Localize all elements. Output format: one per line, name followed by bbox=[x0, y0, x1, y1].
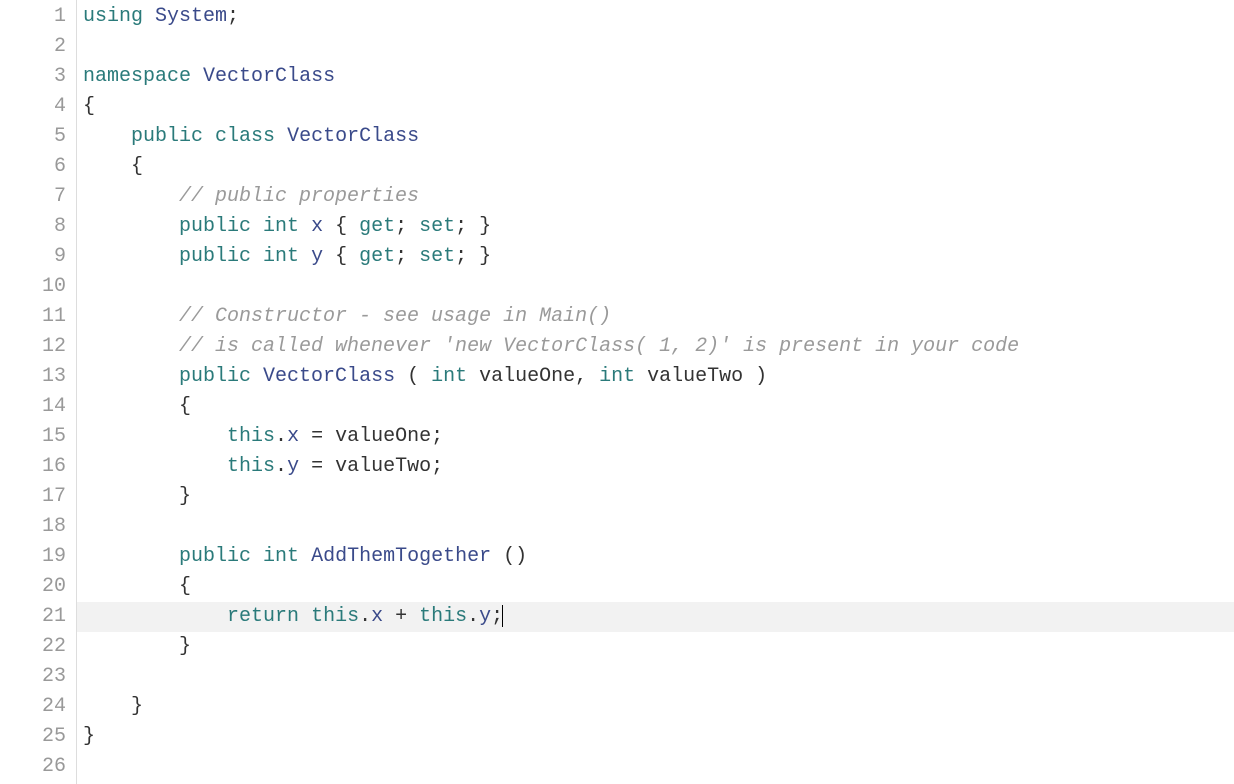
line-number: 23 bbox=[0, 662, 76, 692]
code-line[interactable]: public VectorClass ( int valueOne, int v… bbox=[83, 362, 1234, 392]
code-line[interactable]: { bbox=[83, 392, 1234, 422]
code-line[interactable]: public class VectorClass bbox=[83, 122, 1234, 152]
code-line[interactable]: namespace VectorClass bbox=[83, 62, 1234, 92]
line-number: 7 bbox=[0, 182, 76, 212]
code-line[interactable]: return this.x + this.y; bbox=[83, 602, 1234, 632]
code-editor[interactable]: 1234567891011121314151617181920212223242… bbox=[0, 0, 1234, 784]
line-number: 15 bbox=[0, 422, 76, 452]
line-number: 20 bbox=[0, 572, 76, 602]
line-number: 11 bbox=[0, 302, 76, 332]
code-line[interactable]: // Constructor - see usage in Main() bbox=[83, 302, 1234, 332]
line-number: 25 bbox=[0, 722, 76, 752]
code-line[interactable]: } bbox=[83, 482, 1234, 512]
code-line[interactable]: { bbox=[83, 92, 1234, 122]
line-number: 6 bbox=[0, 152, 76, 182]
code-line[interactable] bbox=[83, 32, 1234, 62]
code-line[interactable] bbox=[83, 512, 1234, 542]
line-number: 26 bbox=[0, 752, 76, 782]
code-line[interactable] bbox=[83, 752, 1234, 782]
code-line[interactable]: this.y = valueTwo; bbox=[83, 452, 1234, 482]
code-line[interactable]: } bbox=[83, 722, 1234, 752]
line-number: 10 bbox=[0, 272, 76, 302]
code-line[interactable] bbox=[83, 272, 1234, 302]
line-number: 5 bbox=[0, 122, 76, 152]
code-line[interactable]: { bbox=[83, 572, 1234, 602]
code-line[interactable]: public int x { get; set; } bbox=[83, 212, 1234, 242]
line-number: 21 bbox=[0, 602, 76, 632]
code-line[interactable]: public int y { get; set; } bbox=[83, 242, 1234, 272]
line-number-gutter: 1234567891011121314151617181920212223242… bbox=[0, 0, 77, 784]
code-line[interactable]: // public properties bbox=[83, 182, 1234, 212]
code-line[interactable]: } bbox=[83, 632, 1234, 662]
line-number: 1 bbox=[0, 2, 76, 32]
code-line[interactable]: using System; bbox=[83, 2, 1234, 32]
code-line[interactable]: // is called whenever 'new VectorClass( … bbox=[83, 332, 1234, 362]
line-number: 4 bbox=[0, 92, 76, 122]
line-number: 9 bbox=[0, 242, 76, 272]
line-number: 8 bbox=[0, 212, 76, 242]
line-number: 14 bbox=[0, 392, 76, 422]
line-number: 22 bbox=[0, 632, 76, 662]
code-line[interactable]: { bbox=[83, 152, 1234, 182]
line-number: 17 bbox=[0, 482, 76, 512]
line-number: 12 bbox=[0, 332, 76, 362]
text-caret bbox=[502, 605, 503, 627]
code-line[interactable]: } bbox=[83, 692, 1234, 722]
line-number: 24 bbox=[0, 692, 76, 722]
code-line[interactable]: public int AddThemTogether () bbox=[83, 542, 1234, 572]
line-number: 3 bbox=[0, 62, 76, 92]
code-line[interactable]: this.x = valueOne; bbox=[83, 422, 1234, 452]
line-number: 2 bbox=[0, 32, 76, 62]
code-line[interactable] bbox=[83, 662, 1234, 692]
line-number: 19 bbox=[0, 542, 76, 572]
code-area[interactable]: using System;namespace VectorClass{ publ… bbox=[77, 0, 1234, 784]
line-number: 13 bbox=[0, 362, 76, 392]
line-number: 16 bbox=[0, 452, 76, 482]
line-number: 18 bbox=[0, 512, 76, 542]
